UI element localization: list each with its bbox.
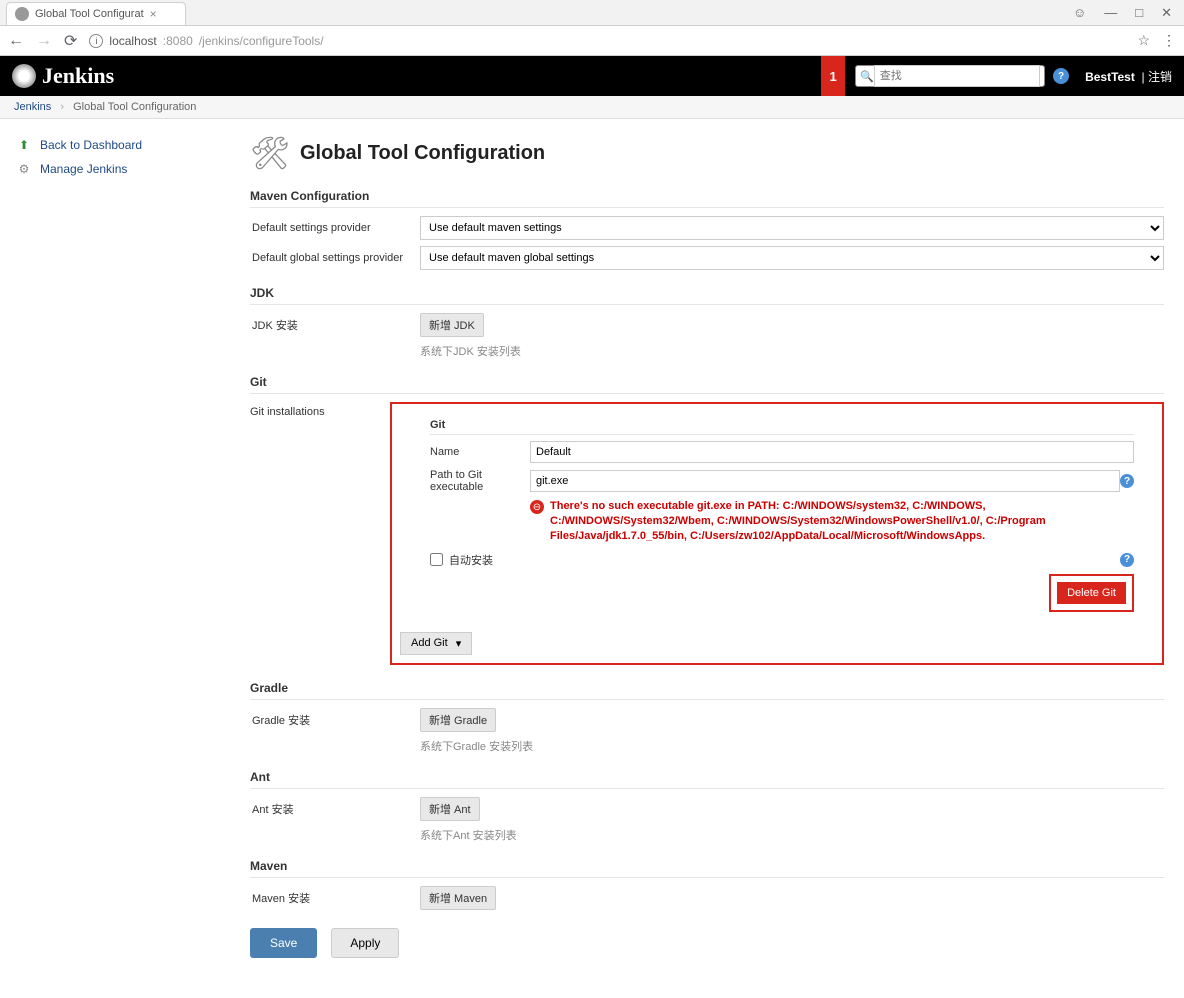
- help-icon[interactable]: ?: [1120, 474, 1134, 488]
- help-icon[interactable]: ?: [1120, 553, 1134, 567]
- sidebar-manage-jenkins[interactable]: ⚙ Manage Jenkins: [10, 157, 220, 181]
- section-ant: Ant: [250, 770, 1164, 789]
- search-box[interactable]: 🔍: [855, 65, 1045, 87]
- label-auto-install: 自动安装: [449, 552, 493, 568]
- url-path: /jenkins/configureTools/: [199, 34, 324, 48]
- url-host: localhost: [109, 34, 156, 48]
- add-ant-button[interactable]: 新增 Ant: [420, 797, 480, 821]
- minimize-icon[interactable]: —: [1104, 5, 1117, 21]
- tab-title: Global Tool Configurat: [35, 8, 144, 20]
- error-icon: ⊖: [530, 500, 544, 514]
- checkbox-auto-install[interactable]: [430, 553, 443, 566]
- forward-icon: →: [36, 32, 52, 50]
- favicon: [15, 7, 29, 21]
- apply-button[interactable]: Apply: [331, 928, 399, 958]
- gear-icon: ⚙: [16, 161, 32, 177]
- delete-git-button[interactable]: Delete Git: [1057, 582, 1126, 604]
- add-jdk-button[interactable]: 新增 JDK: [420, 313, 484, 337]
- section-jdk: JDK: [250, 286, 1164, 305]
- search-icon: 🔍: [860, 70, 874, 83]
- reload-icon[interactable]: ⟳: [64, 31, 77, 51]
- section-maven: Maven: [250, 859, 1164, 878]
- close-window-icon[interactable]: ✕: [1161, 5, 1172, 21]
- user-icon[interactable]: ☺: [1073, 5, 1086, 21]
- add-git-button[interactable]: Add Git ▾: [400, 632, 472, 655]
- add-git-label: Add Git: [411, 637, 448, 649]
- jenkins-logo-icon: [12, 64, 36, 88]
- sidebar-item-label: Manage Jenkins: [40, 162, 127, 176]
- tab-close-icon[interactable]: ×: [150, 7, 157, 21]
- git-installation-box: Git Name Path to Git executable ? ⊖: [390, 402, 1164, 665]
- add-maven-button[interactable]: 新增 Maven: [420, 886, 496, 910]
- select-global-settings[interactable]: Use default maven global settings: [420, 246, 1164, 270]
- main-content: 🛠 Global Tool Configuration Maven Config…: [230, 119, 1184, 998]
- browser-tab[interactable]: Global Tool Configurat ×: [6, 2, 186, 25]
- bookmark-icon[interactable]: ☆: [1137, 32, 1150, 49]
- chevron-down-icon: ▾: [456, 637, 462, 650]
- delete-git-highlight: Delete Git: [1049, 574, 1134, 612]
- user-info: BestTest | 注销: [1085, 68, 1172, 85]
- sidebar: ⬆ Back to Dashboard ⚙ Manage Jenkins: [0, 119, 230, 998]
- select-default-settings[interactable]: Use default maven settings: [420, 216, 1164, 240]
- save-button[interactable]: Save: [250, 928, 317, 958]
- section-maven-config: Maven Configuration: [250, 189, 1164, 208]
- site-info-icon[interactable]: i: [89, 34, 103, 48]
- sidebar-item-label: Back to Dashboard: [40, 138, 142, 152]
- back-icon[interactable]: ←: [8, 32, 24, 50]
- maximize-icon[interactable]: □: [1135, 5, 1143, 21]
- breadcrumb: Jenkins › Global Tool Configuration: [0, 96, 1184, 119]
- window-controls: ☺ — □ ✕: [1073, 5, 1184, 25]
- label-git-name: Name: [430, 446, 530, 458]
- app-name: Jenkins: [42, 63, 114, 89]
- notification-badge[interactable]: 1: [821, 56, 845, 96]
- username-link[interactable]: BestTest: [1085, 70, 1135, 84]
- label-default-settings: Default settings provider: [250, 222, 420, 234]
- note-jdk: 系统下JDK 安装列表: [420, 343, 1164, 359]
- input-git-path[interactable]: [530, 470, 1120, 492]
- label-global-settings: Default global settings provider: [250, 252, 420, 264]
- label-ant-install: Ant 安装: [250, 801, 420, 817]
- breadcrumb-jenkins[interactable]: Jenkins: [14, 101, 51, 113]
- git-error-text: There's no such executable git.exe in PA…: [550, 499, 1134, 544]
- label-git-installations: Git installations: [250, 402, 390, 665]
- breadcrumb-current: Global Tool Configuration: [73, 101, 196, 113]
- browser-tab-bar: Global Tool Configurat × ☺ — □ ✕: [0, 0, 1184, 26]
- address-bar: ← → ⟳ i localhost :8080/jenkins/configure…: [0, 26, 1184, 56]
- section-git: Git: [250, 375, 1164, 394]
- jenkins-header: Jenkins 1 🔍 ? BestTest | 注销: [0, 56, 1184, 96]
- page-title: Global Tool Configuration: [300, 142, 545, 165]
- breadcrumb-sep: ›: [60, 101, 64, 113]
- logout-link[interactable]: 注销: [1148, 70, 1172, 84]
- tools-icon: 🛠: [250, 133, 290, 173]
- label-git-path: Path to Git executable: [430, 469, 530, 493]
- label-gradle-install: Gradle 安装: [250, 712, 420, 728]
- note-ant: 系统下Ant 安装列表: [420, 827, 1164, 843]
- label-jdk-install: JDK 安装: [250, 317, 420, 333]
- url-field[interactable]: i localhost :8080/jenkins/configureTools/: [89, 34, 1125, 48]
- add-gradle-button[interactable]: 新增 Gradle: [420, 708, 496, 732]
- section-gradle: Gradle: [250, 681, 1164, 700]
- label-maven-install: Maven 安装: [250, 890, 420, 906]
- sidebar-back-dashboard[interactable]: ⬆ Back to Dashboard: [10, 133, 220, 157]
- url-port: :8080: [163, 34, 193, 48]
- chrome-menu-icon[interactable]: ⋮: [1162, 32, 1176, 49]
- jenkins-logo[interactable]: Jenkins: [12, 63, 114, 89]
- input-git-name[interactable]: [530, 441, 1134, 463]
- note-gradle: 系统下Gradle 安装列表: [420, 738, 1164, 754]
- arrow-up-icon: ⬆: [16, 137, 32, 153]
- search-input[interactable]: [874, 65, 1040, 87]
- help-icon[interactable]: ?: [1053, 68, 1069, 84]
- git-inner-head: Git: [430, 416, 1134, 435]
